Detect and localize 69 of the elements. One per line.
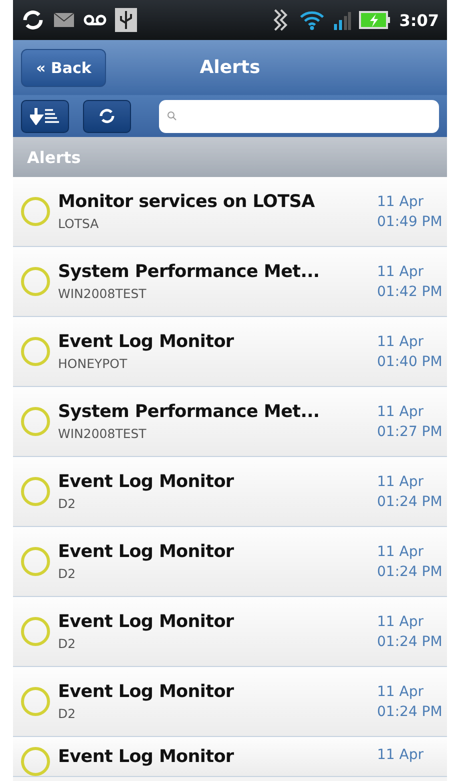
alert-date: 11 Apr bbox=[377, 404, 424, 420]
status-ring-icon bbox=[21, 547, 50, 576]
sync-icon bbox=[21, 8, 45, 32]
status-ring-icon bbox=[21, 337, 50, 366]
alert-date: 11 Apr bbox=[377, 544, 424, 560]
clock-time: 3:07 bbox=[399, 10, 439, 30]
mail-icon bbox=[53, 12, 75, 28]
alert-row[interactable]: Event Log Monitor D2 11 Apr 01:24 PM bbox=[13, 667, 447, 737]
status-ring-icon bbox=[21, 197, 50, 226]
alert-source: D2 bbox=[58, 636, 77, 651]
signal-icon bbox=[333, 10, 352, 30]
refresh-button[interactable] bbox=[83, 100, 131, 132]
voicemail-icon bbox=[83, 13, 107, 27]
alert-row[interactable]: System Performance Met... WIN2008TEST 11 Apr 01:27 PM bbox=[13, 387, 447, 457]
alert-time: 01:24 PM bbox=[377, 704, 444, 720]
status-ring-icon bbox=[21, 407, 50, 436]
alert-time: 01:40 PM bbox=[377, 354, 444, 370]
alert-time: 01:27 PM bbox=[377, 424, 444, 440]
alert-time: 01:24 PM bbox=[377, 564, 444, 580]
search-field[interactable] bbox=[159, 100, 439, 132]
alert-title: Event Log Monitor bbox=[58, 472, 235, 492]
alert-row[interactable]: Event Log Monitor D2 11 Apr 01:24 PM bbox=[13, 597, 447, 667]
status-ring-icon bbox=[21, 477, 50, 506]
section-title: Alerts bbox=[27, 148, 81, 166]
alert-time: 01:24 PM bbox=[377, 494, 444, 510]
status-ring-icon bbox=[21, 617, 50, 646]
alert-date: 11 Apr bbox=[377, 194, 424, 210]
status-ring-icon bbox=[21, 267, 50, 296]
alert-row[interactable]: System Performance Met... WIN2008TEST 11 Apr 01:42 PM bbox=[13, 247, 447, 317]
alert-title: Event Log Monitor bbox=[58, 612, 235, 632]
refresh-icon bbox=[98, 107, 116, 125]
usb-icon bbox=[115, 8, 137, 32]
sort-button[interactable] bbox=[21, 100, 69, 132]
alert-date: 11 Apr bbox=[377, 684, 424, 700]
alert-row[interactable]: Event Log Monitor D2 11 Apr 01:24 PM bbox=[13, 527, 447, 597]
alert-title: Event Log Monitor bbox=[58, 332, 235, 352]
alert-time: 01:24 PM bbox=[377, 634, 444, 650]
alert-source: D2 bbox=[58, 496, 77, 511]
alert-date: 11 Apr bbox=[377, 474, 424, 490]
alert-source: HONEYPOT bbox=[58, 356, 128, 371]
alert-date: 11 Apr bbox=[377, 334, 424, 350]
alert-title: Monitor services on LOTSA bbox=[58, 192, 316, 212]
sort-icon bbox=[30, 107, 60, 125]
alert-date: 11 Apr bbox=[377, 747, 424, 763]
alert-source: D2 bbox=[58, 706, 77, 721]
page-title: Alerts bbox=[200, 57, 260, 78]
alert-row[interactable]: Monitor services on LOTSA LOTSA 11 Apr 01:49 PM bbox=[13, 177, 447, 247]
alert-row[interactable]: Event Log Monitor 11 Apr bbox=[13, 737, 447, 777]
alert-title: System Performance Met... bbox=[58, 262, 321, 282]
alert-title: Event Log Monitor bbox=[58, 747, 235, 767]
alert-time: 01:49 PM bbox=[377, 214, 444, 230]
alert-row[interactable]: Event Log Monitor HONEYPOT 11 Apr 01:40 PM bbox=[13, 317, 447, 387]
battery-icon bbox=[359, 10, 392, 30]
back-button[interactable]: « Back bbox=[21, 48, 106, 86]
alert-date: 11 Apr bbox=[377, 264, 424, 280]
alert-title: System Performance Met... bbox=[58, 402, 321, 422]
alert-time: 01:42 PM bbox=[377, 284, 444, 300]
alert-title: Event Log Monitor bbox=[58, 542, 235, 562]
status-ring-icon bbox=[21, 687, 50, 716]
status-ring-icon bbox=[21, 747, 50, 776]
search-icon bbox=[167, 111, 177, 121]
alert-source: LOTSA bbox=[58, 216, 100, 231]
alert-row[interactable]: Event Log Monitor D2 11 Apr 01:24 PM bbox=[13, 457, 447, 527]
alert-title: Event Log Monitor bbox=[58, 682, 235, 702]
alert-source: D2 bbox=[58, 566, 77, 581]
alert-source: WIN2008TEST bbox=[58, 286, 148, 301]
alert-date: 11 Apr bbox=[377, 614, 424, 630]
wifi-icon bbox=[299, 9, 326, 31]
alert-source: WIN2008TEST bbox=[58, 426, 148, 441]
